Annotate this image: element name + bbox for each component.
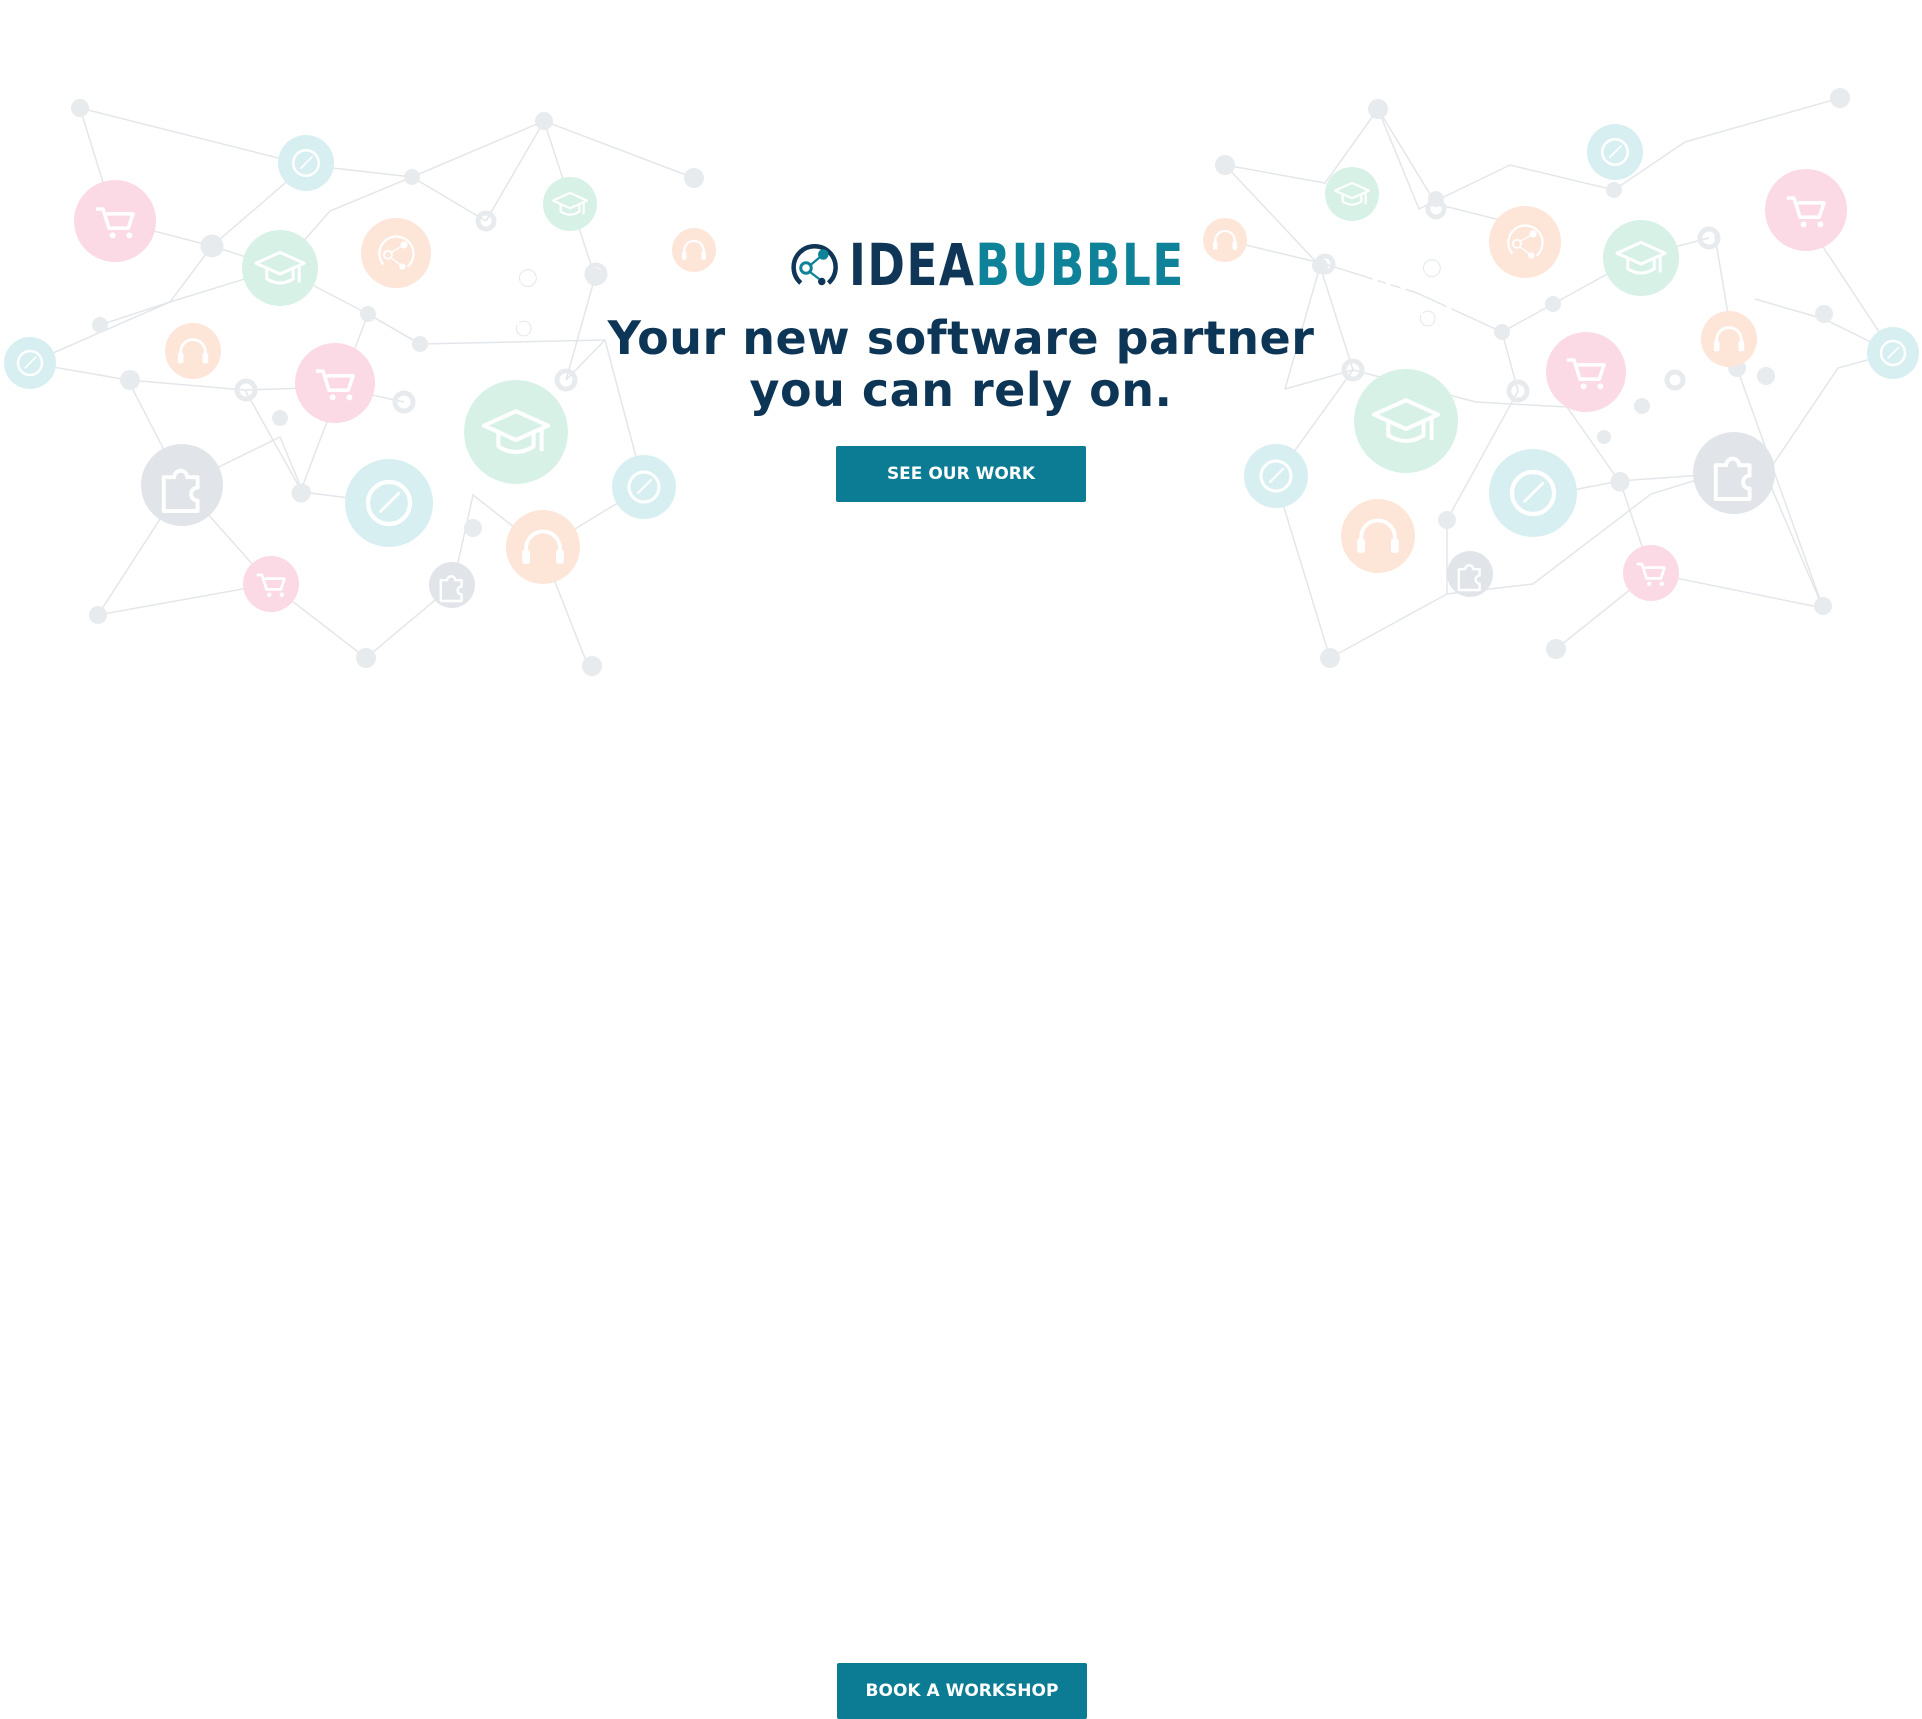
shopping-cart-icon bbox=[74, 180, 156, 262]
graduation-cap-icon bbox=[543, 177, 597, 231]
idea-bubble-icon bbox=[1489, 206, 1561, 278]
headphones-icon bbox=[1341, 499, 1415, 573]
graduation-cap-icon bbox=[1354, 369, 1458, 473]
shopping-cart-icon bbox=[295, 343, 375, 423]
compass-icon bbox=[345, 459, 433, 547]
idea-bubble-icon bbox=[470, 259, 550, 336]
hero-headline-line2: you can rely on. bbox=[749, 363, 1173, 417]
book-a-workshop-button[interactable]: BOOK A WORKSHOP bbox=[837, 1663, 1087, 1719]
compass-icon bbox=[1244, 444, 1308, 508]
idea-bubble-logo-icon bbox=[791, 244, 838, 286]
puzzle-piece-icon bbox=[141, 444, 223, 526]
compass-icon bbox=[1489, 449, 1577, 537]
shopping-cart-icon bbox=[243, 556, 299, 612]
compass-icon bbox=[4, 337, 56, 389]
graduation-cap-icon bbox=[1325, 167, 1379, 221]
compass-icon bbox=[1587, 124, 1643, 180]
hero-headline-line1: Your new software partner bbox=[607, 311, 1315, 365]
shopping-cart-icon bbox=[1623, 545, 1679, 601]
brand-name-part1: IDEA bbox=[849, 231, 976, 299]
shopping-cart-icon bbox=[1546, 332, 1626, 412]
brand-name-part2: BUBBLE bbox=[975, 231, 1185, 299]
headphones-icon bbox=[1203, 218, 1247, 262]
idea-bubble-icon bbox=[361, 218, 431, 288]
graduation-cap-icon bbox=[464, 380, 568, 484]
compass-icon bbox=[278, 135, 334, 191]
puzzle-piece-icon bbox=[429, 562, 475, 608]
headphones-icon bbox=[506, 510, 580, 584]
graduation-cap-icon bbox=[242, 230, 318, 306]
compass-icon bbox=[612, 455, 676, 519]
ideabubble-logo[interactable]: IDEABUBBLE bbox=[785, 233, 1183, 297]
see-our-work-button[interactable]: SEE OUR WORK bbox=[836, 446, 1086, 502]
idea-bubble-icon bbox=[1374, 249, 1454, 326]
puzzle-piece-icon bbox=[1693, 432, 1775, 514]
headphones-icon bbox=[672, 228, 716, 272]
headphones-icon bbox=[165, 323, 221, 379]
shopping-cart-icon bbox=[1765, 169, 1847, 251]
graduation-cap-icon bbox=[1603, 220, 1679, 296]
puzzle-piece-icon bbox=[1447, 551, 1493, 597]
compass-icon bbox=[1867, 327, 1919, 379]
hero-headline: Your new software partner you can rely o… bbox=[561, 312, 1361, 416]
headphones-icon bbox=[1701, 311, 1757, 367]
brand-wordmark: IDEABUBBLE bbox=[849, 235, 1185, 295]
